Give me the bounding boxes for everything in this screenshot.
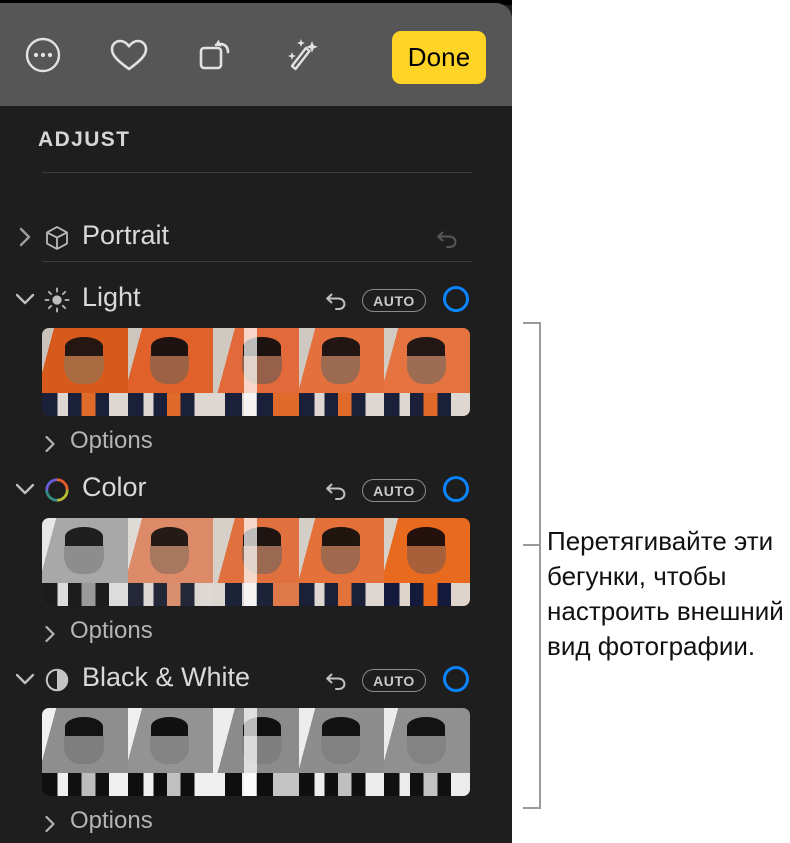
adjust-knob-color[interactable] — [443, 476, 469, 502]
auto-button-label: AUTO — [373, 292, 415, 309]
edit-toolbar: Done — [0, 3, 512, 106]
callout-bracket — [523, 322, 541, 809]
section-label-black-and-white: Black & White — [82, 662, 251, 692]
chevron-right-icon[interactable] — [14, 225, 36, 249]
auto-button-black-and-white[interactable]: AUTO — [362, 669, 426, 692]
done-button[interactable]: Done — [392, 31, 486, 84]
done-button-label: Done — [407, 42, 471, 72]
slider-filmstrip-light[interactable] — [42, 328, 470, 416]
options-label: Options — [70, 807, 153, 834]
callout-leader-line — [523, 544, 539, 546]
reset-arrow-icon[interactable] — [433, 224, 461, 252]
filmstrip-thumbnail[interactable] — [213, 518, 299, 606]
reset-arrow-icon[interactable] — [322, 666, 350, 694]
adjust-panel-content: ADJUST Portrait Light AUTO Options Color… — [0, 106, 512, 843]
adjust-knob-black-and-white[interactable] — [443, 666, 469, 692]
section-label-portrait: Portrait — [82, 220, 170, 250]
section-label-light: Light — [82, 282, 141, 312]
page-title: ADJUST — [38, 128, 131, 151]
adjust-knob-light[interactable] — [443, 286, 469, 312]
filmstrip-thumbnail[interactable] — [127, 708, 214, 796]
slider-filmstrip-black-and-white[interactable] — [42, 708, 470, 796]
section-header-color[interactable]: Color AUTO — [0, 466, 512, 512]
chevron-down-icon[interactable] — [14, 667, 36, 691]
divider — [42, 172, 472, 173]
slider-filmstrip-color[interactable] — [42, 518, 470, 606]
half-circle-contrast-icon — [44, 667, 70, 693]
filmstrip-thumbnail[interactable] — [42, 708, 128, 796]
section-header-black-and-white[interactable]: Black & White AUTO — [0, 656, 512, 702]
divider — [42, 261, 472, 262]
options-label: Options — [70, 427, 153, 454]
auto-button-label: AUTO — [373, 672, 415, 689]
filmstrip-playhead[interactable] — [244, 518, 257, 606]
filmstrip-thumbnail[interactable] — [127, 518, 214, 606]
cube-icon — [44, 225, 70, 251]
rotate-icon — [194, 34, 236, 76]
options-row-light[interactable]: Options — [0, 424, 512, 464]
auto-button-light[interactable]: AUTO — [362, 289, 426, 312]
section-header-light[interactable]: Light AUTO — [0, 276, 512, 322]
filmstrip-thumbnail[interactable] — [298, 328, 385, 416]
filmstrip-thumbnail[interactable] — [213, 708, 299, 796]
options-label: Options — [70, 617, 153, 644]
filmstrip-thumbnail[interactable] — [127, 328, 214, 416]
options-row-black-and-white[interactable]: Options — [0, 804, 512, 843]
more-options-button[interactable] — [0, 20, 86, 90]
chevron-right-icon[interactable] — [40, 433, 60, 455]
reset-arrow-icon[interactable] — [322, 286, 350, 314]
enhance-button[interactable] — [258, 20, 344, 90]
color-wheel-icon — [44, 477, 70, 503]
filmstrip-playhead[interactable] — [244, 328, 257, 416]
rotate-button[interactable] — [172, 20, 258, 90]
section-label-color: Color — [82, 472, 147, 502]
chevron-down-icon[interactable] — [14, 287, 36, 311]
filmstrip-thumbnail[interactable] — [298, 708, 385, 796]
more-options-icon — [23, 35, 63, 75]
filmstrip-thumbnail[interactable] — [213, 328, 299, 416]
filmstrip-thumbnail[interactable] — [298, 518, 385, 606]
auto-button-label: AUTO — [373, 482, 415, 499]
section-header-portrait[interactable]: Portrait — [0, 214, 512, 260]
magic-wand-enhance-icon — [279, 34, 323, 76]
favorite-heart-icon — [108, 35, 150, 75]
chevron-right-icon[interactable] — [40, 623, 60, 645]
callout-text: Перетягивайте эти бегунки, чтобы настрои… — [547, 526, 784, 661]
chevron-right-icon[interactable] — [40, 813, 60, 835]
filmstrip-thumbnail[interactable] — [42, 518, 128, 606]
sun-icon — [44, 287, 70, 313]
filmstrip-thumbnail[interactable] — [384, 328, 470, 416]
chevron-down-icon[interactable] — [14, 477, 36, 501]
filmstrip-thumbnail[interactable] — [384, 518, 470, 606]
filmstrip-thumbnail[interactable] — [384, 708, 470, 796]
favorite-button[interactable] — [86, 20, 172, 90]
filmstrip-thumbnail[interactable] — [42, 328, 128, 416]
photo-edit-panel: Done ADJUST Portrait Light AUTO Options … — [0, 0, 512, 843]
filmstrip-playhead[interactable] — [244, 708, 257, 796]
options-row-color[interactable]: Options — [0, 614, 512, 654]
auto-button-color[interactable]: AUTO — [362, 479, 426, 502]
reset-arrow-icon[interactable] — [322, 476, 350, 504]
